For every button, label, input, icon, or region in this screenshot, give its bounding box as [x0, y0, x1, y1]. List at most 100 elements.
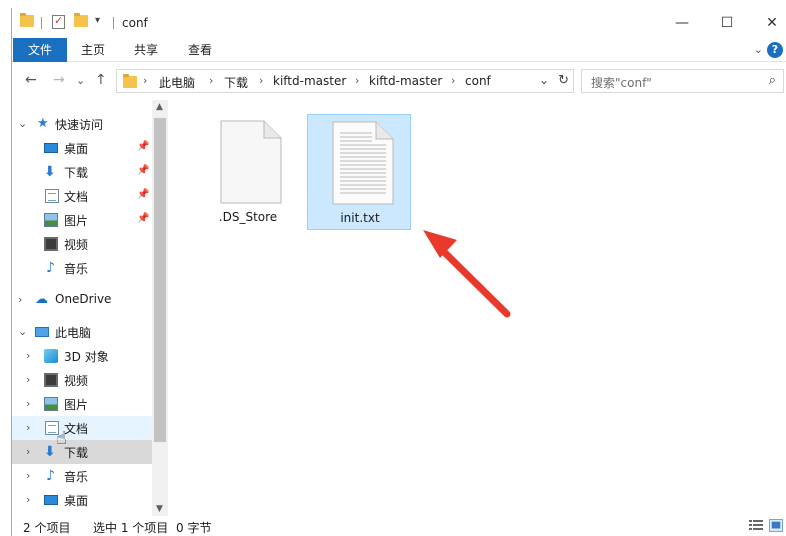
ribbon-expand-icon[interactable]: ⌄ [754, 43, 763, 56]
nav-item-label: 下载 [64, 166, 89, 180]
nav-item-label: 音乐 [64, 262, 89, 276]
nav-item-onedrive[interactable]: › ☁ OneDrive [12, 288, 152, 312]
file-item-init-txt[interactable]: init.txt [307, 114, 411, 230]
folder-icon [20, 13, 34, 31]
breadcrumb-conf[interactable]: conf [465, 74, 491, 88]
nav-item-videos[interactable]: 视频 [12, 232, 152, 256]
music-icon: ♪ [46, 468, 55, 484]
address-dropdown-button[interactable]: ⌄ [539, 73, 549, 87]
title-divider [41, 17, 42, 29]
item-count: 2 个项目 [23, 521, 71, 535]
nav-item-label: 此电脑 [55, 326, 92, 340]
title-bar: ▾ conf — ☐ ✕ [12, 8, 786, 38]
breadcrumb-separator[interactable]: › [209, 74, 213, 87]
ribbon-tabs: 文件 主页 共享 查看 ⌄ ? [12, 38, 786, 62]
breadcrumb-downloads[interactable]: 下载 [224, 74, 248, 91]
music-icon: ♪ [46, 260, 55, 276]
expand-chevron-icon[interactable]: › [26, 349, 30, 362]
window-title: conf [122, 16, 148, 30]
nav-item-label: 文档 [64, 190, 89, 204]
cloud-icon: ☁ [35, 292, 48, 307]
nav-scrollbar[interactable]: ▲ ▼ [152, 100, 168, 516]
back-button[interactable]: ← [25, 72, 37, 88]
recent-locations-button[interactable]: ⌄ [76, 74, 85, 87]
expand-chevron-icon[interactable]: › [26, 469, 30, 482]
star-icon: ★ [37, 116, 49, 131]
picture-icon [44, 213, 58, 227]
close-button[interactable]: ✕ [757, 12, 786, 34]
expand-chevron-icon[interactable]: › [26, 445, 30, 458]
download-icon: ⬇ [44, 164, 56, 180]
help-icon[interactable]: ? [767, 42, 783, 58]
video-icon [44, 237, 58, 251]
blank-file-icon [220, 120, 282, 204]
forward-button[interactable]: → [53, 72, 65, 88]
breadcrumb-separator[interactable]: › [259, 74, 263, 87]
properties-check-icon[interactable] [52, 14, 65, 31]
nav-item-downloads-pc[interactable]: › ⬇ 下载 [12, 440, 152, 464]
nav-item-label: 视频 [64, 238, 89, 252]
tab-view[interactable]: 查看 [188, 38, 212, 62]
text-file-icon [332, 121, 394, 205]
video-icon [44, 373, 58, 387]
nav-item-videos-pc[interactable]: › 视频 [12, 368, 152, 392]
large-icons-view-icon[interactable] [769, 519, 783, 532]
nav-item-label: OneDrive [55, 292, 112, 306]
status-bar: 2 个项目 选中 1 个项目 0 字节 [12, 516, 786, 536]
scroll-up-icon[interactable]: ▲ [156, 102, 163, 112]
pin-icon: 📌 [137, 213, 150, 224]
expand-chevron-icon[interactable]: › [18, 293, 22, 306]
nav-item-this-pc[interactable]: ⌄ 此电脑 [12, 320, 152, 344]
address-folder-icon [123, 74, 137, 88]
maximize-button[interactable]: ☐ [712, 12, 742, 34]
breadcrumb-this-pc[interactable]: 此电脑 [159, 74, 195, 91]
search-input[interactable]: 搜索"conf" ⌕ [581, 69, 784, 93]
nav-item-desktop-pc[interactable]: › 桌面 [12, 488, 152, 512]
nav-item-pictures[interactable]: 图片 📌 [12, 208, 152, 232]
refresh-button[interactable]: ↻ [558, 73, 569, 88]
nav-item-desktop[interactable]: 桌面 📌 [12, 136, 152, 160]
nav-item-3d-objects[interactable]: › 3D 对象 [12, 344, 152, 368]
nav-item-documents[interactable]: 文档 📌 [12, 184, 152, 208]
tab-file[interactable]: 文件 [13, 38, 67, 62]
search-icon[interactable]: ⌕ [769, 73, 776, 88]
nav-item-downloads[interactable]: ⬇ 下载 📌 [12, 160, 152, 184]
minimize-button[interactable]: — [667, 12, 697, 34]
nav-item-label: 视频 [64, 374, 89, 388]
scroll-thumb[interactable] [154, 118, 166, 442]
address-bar[interactable]: › 此电脑 › 下载 › kiftd-master › kiftd-master… [116, 69, 574, 93]
expand-chevron-icon[interactable]: › [26, 373, 30, 386]
file-item-ds-store[interactable]: .DS_Store [196, 114, 300, 230]
expand-chevron-icon[interactable]: › [26, 421, 30, 434]
tab-share[interactable]: 共享 [134, 38, 158, 62]
scroll-down-icon[interactable]: ▼ [156, 504, 163, 514]
nav-item-label: 桌面 [64, 142, 89, 156]
file-name: .DS_Store [218, 210, 278, 224]
tab-home[interactable]: 主页 [81, 38, 105, 62]
nav-item-label: 文档 [64, 422, 89, 436]
details-view-icon[interactable] [749, 519, 763, 532]
nav-item-pictures-pc[interactable]: › 图片 [12, 392, 152, 416]
nav-item-quick-access[interactable]: ⌄ ★ 快速访问 [12, 112, 152, 136]
breadcrumb-kiftd-master-inner[interactable]: kiftd-master [369, 74, 442, 88]
expand-chevron-icon[interactable]: ⌄ [18, 325, 27, 338]
document-icon [45, 189, 59, 203]
new-folder-icon[interactable] [74, 13, 88, 31]
expand-chevron-icon[interactable]: ⌄ [18, 117, 27, 130]
breadcrumb-separator[interactable]: › [143, 74, 147, 87]
customize-dropdown-icon[interactable]: ▾ [95, 15, 100, 31]
nav-item-label: 音乐 [64, 470, 89, 484]
nav-item-music-pc[interactable]: › ♪ 音乐 [12, 464, 152, 488]
breadcrumb-separator[interactable]: › [355, 74, 359, 87]
nav-item-label: 图片 [64, 398, 89, 412]
nav-item-music[interactable]: ♪ 音乐 [12, 256, 152, 280]
nav-item-documents-pc[interactable]: › 文档 [12, 416, 152, 440]
breadcrumb-kiftd-master[interactable]: kiftd-master [273, 74, 346, 88]
3d-objects-icon [44, 349, 58, 363]
expand-chevron-icon[interactable]: › [26, 493, 30, 506]
nav-item-label: 下载 [64, 446, 89, 460]
hand-cursor-icon: ☝ [56, 428, 67, 449]
up-button[interactable]: ↑ [95, 72, 107, 88]
breadcrumb-separator[interactable]: › [451, 74, 455, 87]
expand-chevron-icon[interactable]: › [26, 397, 30, 410]
